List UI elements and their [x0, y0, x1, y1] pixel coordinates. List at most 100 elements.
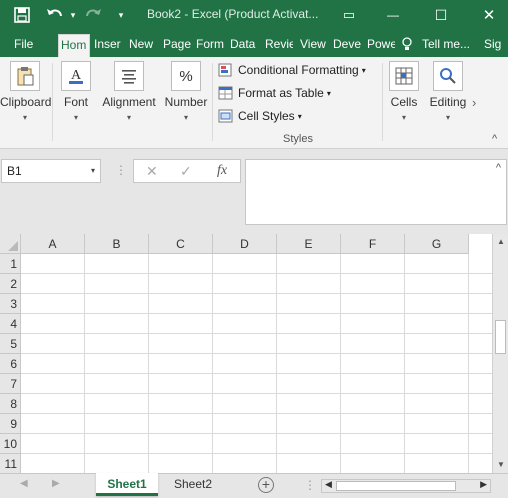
- formula-bar: B1 ▾ ⋮ ✕ ✓ fx ^: [0, 150, 508, 234]
- row-header[interactable]: 4: [0, 314, 21, 334]
- number-group[interactable]: % Number ▾: [162, 57, 210, 139]
- tab-developer[interactable]: Deve: [331, 34, 362, 57]
- column-header[interactable]: E: [277, 234, 341, 254]
- column-header[interactable]: D: [213, 234, 277, 254]
- tab-review[interactable]: Revie: [263, 34, 293, 57]
- ribbon-separator: [212, 63, 213, 141]
- tab-data[interactable]: Data: [228, 34, 258, 57]
- next-sheet-icon[interactable]: ▶: [52, 478, 60, 489]
- tab-page-layout[interactable]: Page: [161, 34, 191, 57]
- gridline-vertical: [84, 254, 85, 473]
- insert-function-icon[interactable]: fx: [217, 163, 227, 179]
- row-header[interactable]: 5: [0, 334, 21, 354]
- row-header[interactable]: 11: [0, 454, 21, 473]
- name-box-dropdown-icon[interactable]: ▾: [91, 160, 95, 182]
- name-box-value: B1: [7, 164, 22, 178]
- cells-group[interactable]: Cells ▾: [386, 57, 422, 139]
- ribbon: Clipboard ▾ A Font ▾ Alignment ▾ % Numbe…: [0, 57, 508, 149]
- tab-file[interactable]: File: [12, 34, 38, 57]
- gridline-horizontal: [21, 413, 492, 414]
- column-header[interactable]: C: [149, 234, 213, 254]
- collapse-formula-bar-icon[interactable]: ^: [496, 162, 501, 174]
- tab-new[interactable]: New: [127, 34, 157, 57]
- add-sheet-icon[interactable]: +: [258, 477, 274, 493]
- conditional-formatting-button[interactable]: Conditional Formatting ▾: [218, 60, 366, 80]
- prev-sheet-icon[interactable]: ◀: [20, 478, 28, 489]
- tab-formulas[interactable]: Form: [194, 34, 224, 57]
- row-header[interactable]: 3: [0, 294, 21, 314]
- tab-sign-in[interactable]: Sig: [482, 34, 508, 57]
- gridline-vertical: [404, 254, 405, 473]
- column-header[interactable]: A: [21, 234, 85, 254]
- number-caret: ▾: [183, 113, 188, 122]
- gridline-vertical: [340, 254, 341, 473]
- cancel-icon[interactable]: ✕: [146, 163, 158, 180]
- save-icon[interactable]: [10, 0, 34, 30]
- scroll-right-icon[interactable]: ▶: [480, 479, 487, 490]
- cell-styles-button[interactable]: Cell Styles ▾: [218, 106, 302, 126]
- row-header[interactable]: 7: [0, 374, 21, 394]
- row-header[interactable]: 2: [0, 274, 21, 294]
- tab-power[interactable]: Powe: [365, 34, 395, 57]
- tell-me-search[interactable]: Tell me...: [420, 34, 476, 57]
- column-header[interactable]: B: [85, 234, 149, 254]
- customize-qat-icon[interactable]: ▾: [114, 0, 128, 30]
- vertical-scroll-thumb[interactable]: [495, 320, 506, 354]
- clipboard-group[interactable]: Clipboard ▾: [0, 57, 51, 139]
- row-header[interactable]: 10: [0, 434, 21, 454]
- horizontal-scroll-thumb[interactable]: [336, 481, 456, 491]
- font-color-icon: A: [61, 61, 91, 91]
- ribbon-scroll-right-icon[interactable]: ›: [472, 95, 476, 110]
- format-as-table-caret: ▾: [326, 88, 331, 98]
- gridline-horizontal: [21, 373, 492, 374]
- ribbon-separator: [52, 63, 53, 141]
- cells-label: Cells: [390, 95, 418, 109]
- tab-home[interactable]: Hom: [58, 34, 90, 57]
- gridline-horizontal: [21, 453, 492, 454]
- select-all-button[interactable]: [0, 234, 21, 254]
- ribbon-display-options-icon[interactable]: ▭: [334, 0, 364, 30]
- row-header[interactable]: 8: [0, 394, 21, 414]
- scroll-down-icon[interactable]: ▼: [493, 457, 508, 473]
- scroll-up-icon[interactable]: ▲: [493, 234, 508, 250]
- gridline-vertical: [148, 254, 149, 473]
- format-as-table-label: Format as Table: [238, 86, 324, 100]
- formula-bar-grip-icon[interactable]: ⋮: [115, 163, 127, 177]
- enter-icon[interactable]: ✓: [180, 163, 192, 180]
- minimize-button[interactable]: —: [378, 0, 408, 30]
- cell-styles-icon: [218, 109, 234, 123]
- undo-icon[interactable]: [42, 0, 68, 30]
- sheet-tab-sheet2[interactable]: Sheet2: [162, 473, 224, 496]
- scroll-left-icon[interactable]: ◀: [325, 479, 332, 490]
- editing-group[interactable]: Editing ▾: [427, 57, 469, 139]
- window-title: Book2 - Excel (Product Activat...: [147, 7, 319, 21]
- format-as-table-icon: [218, 86, 234, 100]
- font-group[interactable]: A Font ▾: [55, 57, 97, 139]
- vertical-scrollbar[interactable]: ▲ ▼: [492, 234, 508, 473]
- maximize-button[interactable]: ☐: [426, 0, 456, 30]
- column-header[interactable]: G: [405, 234, 469, 254]
- row-header[interactable]: 6: [0, 354, 21, 374]
- redo-icon[interactable]: [80, 0, 106, 30]
- undo-dropdown-icon[interactable]: ▾: [68, 0, 78, 30]
- formula-input[interactable]: ^: [245, 159, 507, 225]
- tab-view[interactable]: View: [298, 34, 328, 57]
- row-header[interactable]: 1: [0, 254, 21, 274]
- tab-insert[interactable]: Inser: [92, 34, 126, 57]
- format-as-table-button[interactable]: Format as Table ▾: [218, 83, 331, 103]
- sheet-tab-sheet1[interactable]: Sheet1: [96, 473, 158, 496]
- horizontal-scrollbar[interactable]: ◀ ▶: [321, 479, 491, 493]
- gridline-horizontal: [21, 433, 492, 434]
- close-button[interactable]: ✕: [474, 0, 504, 30]
- column-header[interactable]: F: [341, 234, 405, 254]
- row-header[interactable]: 9: [0, 414, 21, 434]
- collapse-ribbon-icon[interactable]: ^: [492, 133, 497, 145]
- gridline-horizontal: [21, 313, 492, 314]
- name-box[interactable]: B1 ▾: [1, 159, 101, 183]
- lightbulb-icon[interactable]: [402, 34, 414, 57]
- alignment-group[interactable]: Alignment ▾: [100, 57, 158, 139]
- worksheet-grid[interactable]: ABCDEFG 1 2 3 4 5 6 7 8 9 10 11: [0, 234, 492, 473]
- number-label: Number: [164, 95, 208, 109]
- tab-split-grip-icon[interactable]: ⋮: [304, 478, 316, 492]
- gridline-horizontal: [21, 293, 492, 294]
